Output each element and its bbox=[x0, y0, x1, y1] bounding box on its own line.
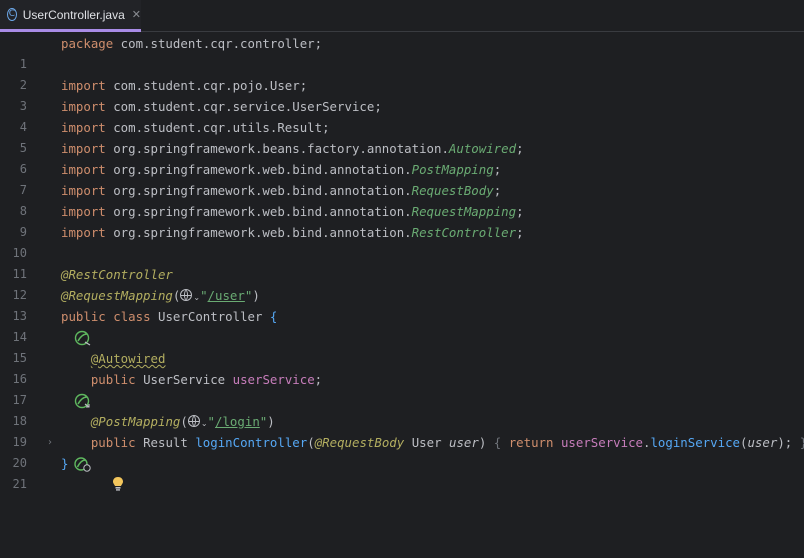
keyword: import bbox=[61, 162, 106, 177]
field-ref: userService bbox=[560, 435, 643, 450]
semicolon: ; bbox=[516, 141, 524, 156]
editor-tab-bar: C UserController.java ✕ bbox=[0, 0, 804, 32]
code-line: 13 @RequestMapping(⌄"/user"}) bbox=[0, 285, 804, 323]
keyword: return bbox=[508, 435, 554, 450]
tab-label: UserController.java bbox=[22, 7, 125, 22]
code-line: 2 bbox=[0, 54, 804, 92]
import-path: org.springframework.beans.factory.annota… bbox=[105, 141, 449, 156]
method-call: loginService bbox=[650, 435, 740, 450]
spring-bean-icon[interactable] bbox=[29, 309, 91, 346]
code-line: 14 public class UserController { bbox=[0, 306, 804, 346]
keyword: import bbox=[61, 99, 106, 114]
code-line: 12 @RestController bbox=[0, 264, 804, 302]
type-name: UserService bbox=[143, 372, 226, 387]
quote: " bbox=[207, 414, 216, 429]
paren: ( bbox=[180, 414, 188, 429]
code-line: 21 } bbox=[0, 453, 804, 491]
close-icon[interactable]: ✕ bbox=[132, 8, 141, 21]
code-editor[interactable]: 1 package com.student.cqr.controller; 2 … bbox=[0, 33, 804, 491]
lightbulb-icon[interactable] bbox=[67, 455, 124, 519]
code-line: 9 import org.springframework.web.bind.an… bbox=[0, 201, 804, 239]
code-line: 18 bbox=[0, 390, 804, 428]
annotation: @RestController bbox=[61, 267, 173, 282]
paren: ( bbox=[307, 435, 315, 450]
semicolon: ; bbox=[493, 183, 502, 198]
code-line: 10 import org.springframework.web.bind.a… bbox=[0, 222, 804, 260]
param-name: user bbox=[449, 435, 479, 450]
url-link[interactable]: /user bbox=[208, 288, 245, 303]
autowired-bean-icon[interactable] bbox=[29, 372, 90, 409]
chevron-down-icon[interactable]: ⌄ bbox=[201, 419, 208, 428]
keyword: import bbox=[61, 120, 106, 135]
import-path: com.student.cqr.utils.Result; bbox=[105, 120, 330, 135]
field-name: userService bbox=[232, 372, 315, 387]
keyword: import bbox=[61, 141, 106, 156]
tab-usercontroller-java[interactable]: C UserController.java ✕ bbox=[0, 0, 141, 32]
code-line: 5 import com.student.cqr.utils.Result; bbox=[0, 117, 804, 155]
return-type: Result bbox=[143, 435, 188, 450]
semicolon: ; bbox=[516, 225, 524, 240]
import-path: org.springframework.web.bind.annotation. bbox=[105, 225, 412, 240]
param-type: User bbox=[411, 435, 442, 450]
keyword: import bbox=[61, 183, 106, 198]
code-line: 11 bbox=[0, 243, 804, 281]
globe-icon[interactable] bbox=[180, 289, 193, 301]
keyword: public bbox=[90, 372, 136, 387]
code-line: 1 package com.student.cqr.controller; bbox=[0, 33, 804, 71]
keyword: import bbox=[61, 225, 106, 240]
keyword: class bbox=[113, 309, 151, 324]
semicolon: ; bbox=[516, 204, 524, 219]
quote: " bbox=[200, 288, 208, 303]
code-line: 17 public UserService userService; bbox=[0, 369, 804, 409]
package-name: com.student.cqr.controller; bbox=[113, 36, 323, 51]
annotation: @Autowired bbox=[90, 351, 166, 366]
code-line: 20 › public Result loginController(@Requ… bbox=[0, 432, 804, 472]
import-class: RequestBody bbox=[411, 183, 494, 198]
annotation: @RequestMapping bbox=[61, 288, 173, 303]
url-link[interactable]: /login bbox=[215, 414, 260, 429]
import-class: PostMapping bbox=[411, 162, 494, 177]
code-line: 6 import org.springframework.beans.facto… bbox=[0, 138, 804, 176]
import-path: org.springframework.web.bind.annotation. bbox=[105, 183, 412, 198]
import-path: org.springframework.web.bind.annotation. bbox=[105, 204, 412, 219]
import-path: com.student.cqr.pojo.User; bbox=[105, 78, 308, 93]
globe-icon[interactable] bbox=[187, 415, 200, 427]
paren: ( bbox=[172, 288, 181, 303]
endpoint-icon[interactable] bbox=[29, 435, 91, 472]
import-class: RequestMapping bbox=[411, 204, 517, 219]
code-line: 8 import org.springframework.web.bind.an… bbox=[0, 180, 804, 218]
keyword: package bbox=[61, 36, 114, 51]
fold-chevron-icon[interactable]: › bbox=[48, 432, 52, 453]
annotation: @RequestBody bbox=[314, 435, 405, 450]
import-path: com.student.cqr.service.UserService; bbox=[105, 99, 382, 114]
class-name: UserController bbox=[158, 309, 263, 324]
semicolon: ; bbox=[314, 372, 323, 387]
keyword: public bbox=[90, 435, 136, 450]
keyword: import bbox=[61, 204, 106, 219]
line-number: 21 bbox=[12, 477, 27, 491]
brace: { bbox=[493, 435, 502, 450]
import-class: RestController bbox=[411, 225, 517, 240]
code-line: 7 import org.springframework.web.bind.an… bbox=[0, 159, 804, 197]
annotation: @PostMapping bbox=[90, 414, 181, 429]
keyword: public bbox=[61, 309, 106, 324]
import-path: org.springframework.web.bind.annotation. bbox=[105, 162, 412, 177]
brace: } bbox=[800, 435, 804, 450]
code-line: 19 @PostMapping(⌄"/login") bbox=[0, 411, 804, 449]
argument: user bbox=[747, 435, 778, 450]
semicolon: ; bbox=[493, 162, 502, 177]
brace: { bbox=[269, 309, 278, 324]
code-line: 16 @Autowired bbox=[0, 348, 804, 386]
code-line: 15 bbox=[0, 327, 804, 365]
keyword: import bbox=[61, 78, 106, 93]
code-line: 4 import com.student.cqr.service.UserSer… bbox=[0, 96, 804, 134]
import-class: Autowired bbox=[448, 141, 517, 156]
java-class-icon: C bbox=[7, 8, 17, 21]
code-line: 3 import com.student.cqr.pojo.User; bbox=[0, 75, 804, 113]
method-name: loginController bbox=[195, 435, 308, 450]
